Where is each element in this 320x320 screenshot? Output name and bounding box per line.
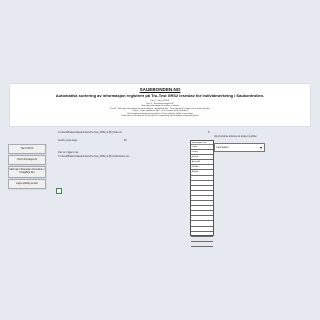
option-checkbox[interactable] (56, 188, 62, 194)
app-title: SAUEBONDEN.NO (139, 87, 181, 92)
instructions-box: SAUEBONDEN.NO Automatisk sortering av in… (10, 84, 310, 126)
list-item[interactable] (191, 242, 213, 247)
bottom-label-cell[interactable]: Filer av i ligget ut av (58, 152, 78, 154)
file-path-cell[interactable]: C:\Users\Brukere\Sauebonden\Tru-Test_XRS… (58, 132, 122, 134)
instruction-line: Dette fører til sortering fra de med fas… (121, 115, 199, 117)
lagre-splitting-button[interactable]: Lagre splitting av filer (8, 179, 46, 189)
file-path-bottom-cell[interactable]: C:\Users\Brukere\Sauebonden\Tru-Test_XRS… (58, 156, 129, 158)
kolonne-dropdown[interactable]: Lammekort (214, 143, 265, 152)
spreadsheet-sheet: SAUEBONDEN.NO Automatisk sortering av in… (0, 0, 320, 320)
hent-csv-button[interactable]: Hent CSV-fil (8, 144, 46, 154)
hent-informasjon-button[interactable]: Hent Informasjon-fil (8, 155, 46, 165)
dropdown-label: Velg fra første kolonne du ønsker å spli… (214, 136, 258, 138)
app-subtitle: Automatisk sortering av informasjon regi… (55, 93, 265, 98)
splitt-opp-button[interactable]: Splitt opp informasjon fra kolonne i for… (8, 166, 46, 178)
dropdown-value: Lammekort (216, 145, 229, 149)
information-listbox[interactable]: Informasjon i fila Lamm Drektig Kontroll… (190, 140, 214, 247)
count-value-cell[interactable]: 65 (124, 140, 127, 142)
count-label-cell[interactable]: Antall i poste linger (58, 140, 77, 142)
chevron-down-icon[interactable] (259, 146, 262, 149)
right-number-cell[interactable]: 8 (208, 132, 209, 134)
